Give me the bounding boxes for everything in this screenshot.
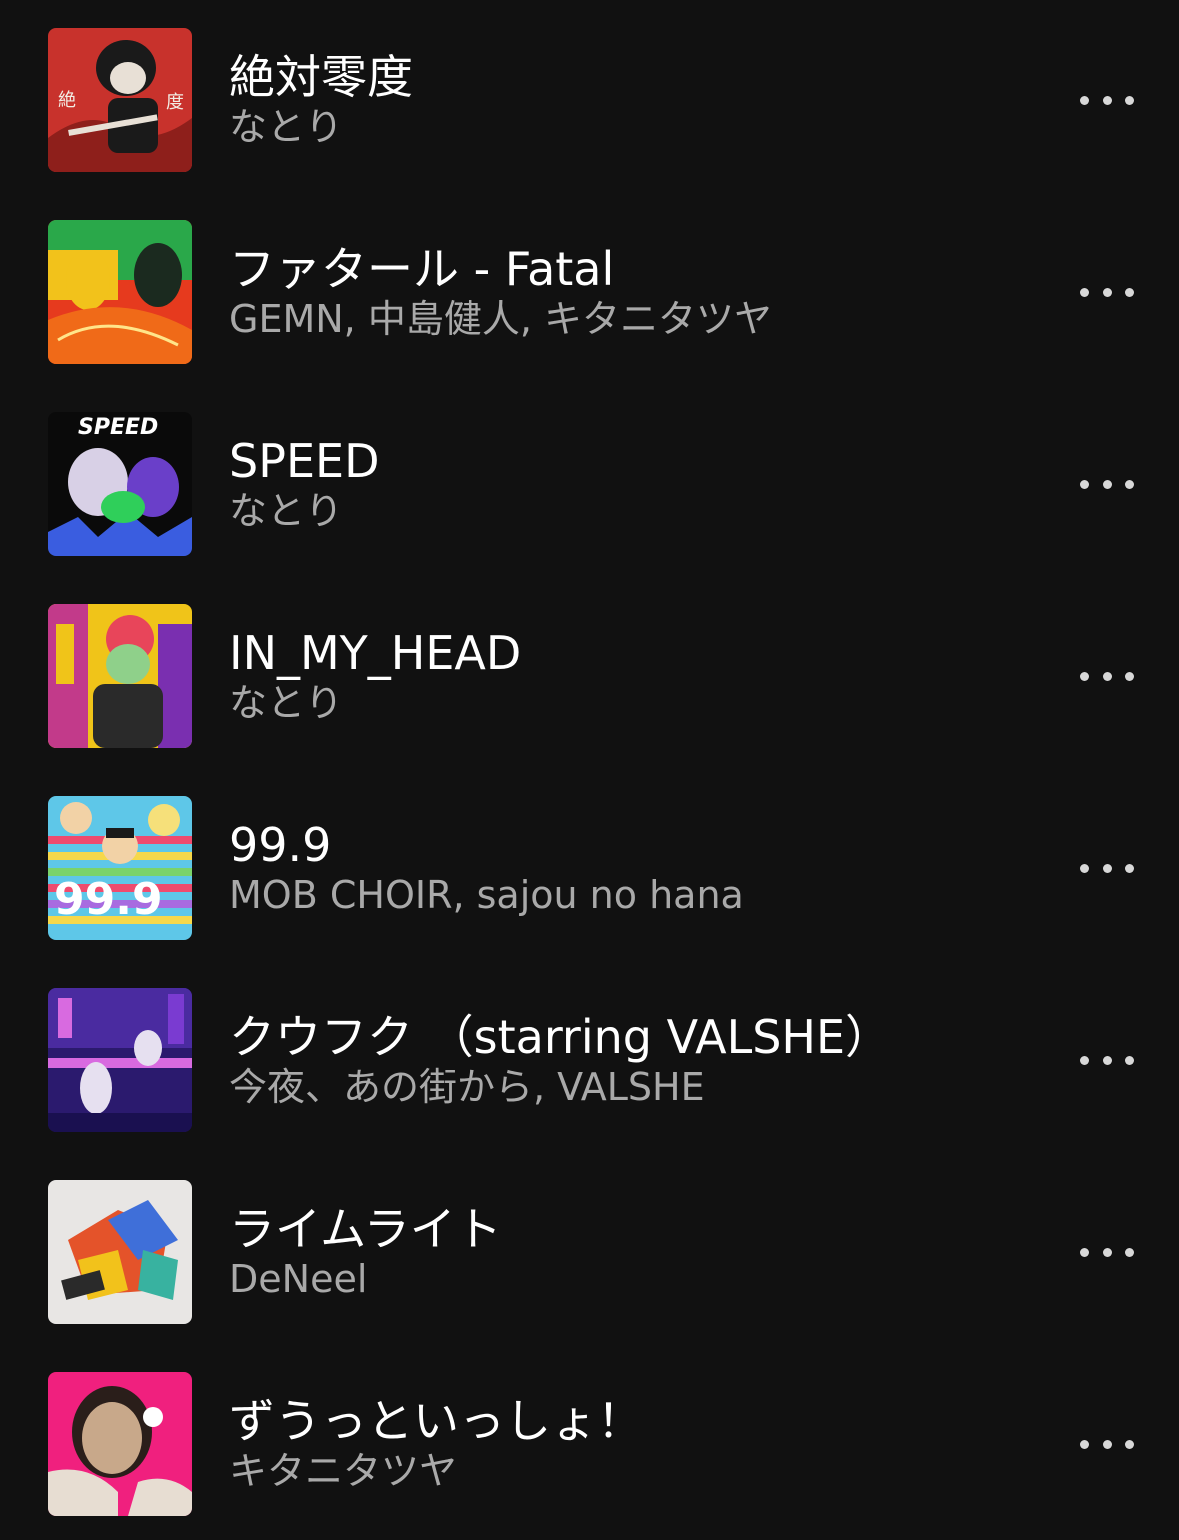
svg-text:99.9: 99.9 <box>54 874 163 925</box>
album-art: 99.9 <box>48 796 192 940</box>
song-artist: DeNeel <box>229 1257 368 1301</box>
song-title: 絶対零度 <box>229 50 413 104</box>
song-row[interactable]: クウフク （starring VALSHE） 今夜、あの街から, VALSHE <box>0 964 1179 1156</box>
more-horizontal-icon[interactable] <box>1076 464 1138 504</box>
more-horizontal-icon[interactable] <box>1076 272 1138 312</box>
album-art <box>48 1372 192 1516</box>
song-artist: なとり <box>229 105 344 149</box>
song-row[interactable]: ファタール - Fatal GEMN, 中島健人, キタニタツヤ <box>0 196 1179 388</box>
more-horizontal-icon[interactable] <box>1076 1424 1138 1464</box>
song-list: 絶 度 絶対零度 なとり ファタール - Fatal GEMN, 中島健人, キ… <box>0 0 1179 1537</box>
song-artist: なとり <box>229 681 344 725</box>
album-art: 絶 度 <box>48 28 192 172</box>
song-title: ずうっといっしょ！ <box>229 1394 643 1448</box>
album-art <box>48 988 192 1132</box>
song-row[interactable]: IN_MY_HEAD なとり <box>0 580 1179 772</box>
album-art: SPEED <box>48 412 192 556</box>
song-artist: 今夜、あの街から, VALSHE <box>229 1065 705 1109</box>
song-row[interactable]: 99.9 99.9 MOB CHOIR, sajou no hana <box>0 772 1179 964</box>
svg-text:絶: 絶 <box>58 90 76 111</box>
album-art <box>48 604 192 748</box>
more-horizontal-icon[interactable] <box>1076 80 1138 120</box>
more-horizontal-icon[interactable] <box>1076 1232 1138 1272</box>
song-row[interactable]: SPEED SPEED なとり <box>0 388 1179 580</box>
song-title: IN_MY_HEAD <box>229 626 522 680</box>
svg-text:SPEED: SPEED <box>78 415 158 440</box>
song-artist: MOB CHOIR, sajou no hana <box>229 873 744 917</box>
song-title: 99.9 <box>229 818 332 872</box>
song-artist: GEMN, 中島健人, キタニタツヤ <box>229 297 772 341</box>
more-horizontal-icon[interactable] <box>1076 656 1138 696</box>
svg-text:度: 度 <box>166 92 184 113</box>
song-artist: なとり <box>229 489 344 533</box>
song-artist: キタニタツヤ <box>229 1449 458 1493</box>
song-row[interactable]: ずうっといっしょ！ キタニタツヤ <box>0 1348 1179 1540</box>
more-horizontal-icon[interactable] <box>1076 848 1138 888</box>
album-art <box>48 1180 192 1324</box>
song-title: ファタール - Fatal <box>229 242 615 296</box>
more-horizontal-icon[interactable] <box>1076 1040 1138 1080</box>
album-art <box>48 220 192 364</box>
song-row[interactable]: 絶 度 絶対零度 なとり <box>0 4 1179 196</box>
song-title: ライムライト <box>229 1202 502 1256</box>
song-title: SPEED <box>229 434 380 488</box>
song-title: クウフク （starring VALSHE） <box>229 1010 892 1064</box>
song-row[interactable]: ライムライト DeNeel <box>0 1156 1179 1348</box>
